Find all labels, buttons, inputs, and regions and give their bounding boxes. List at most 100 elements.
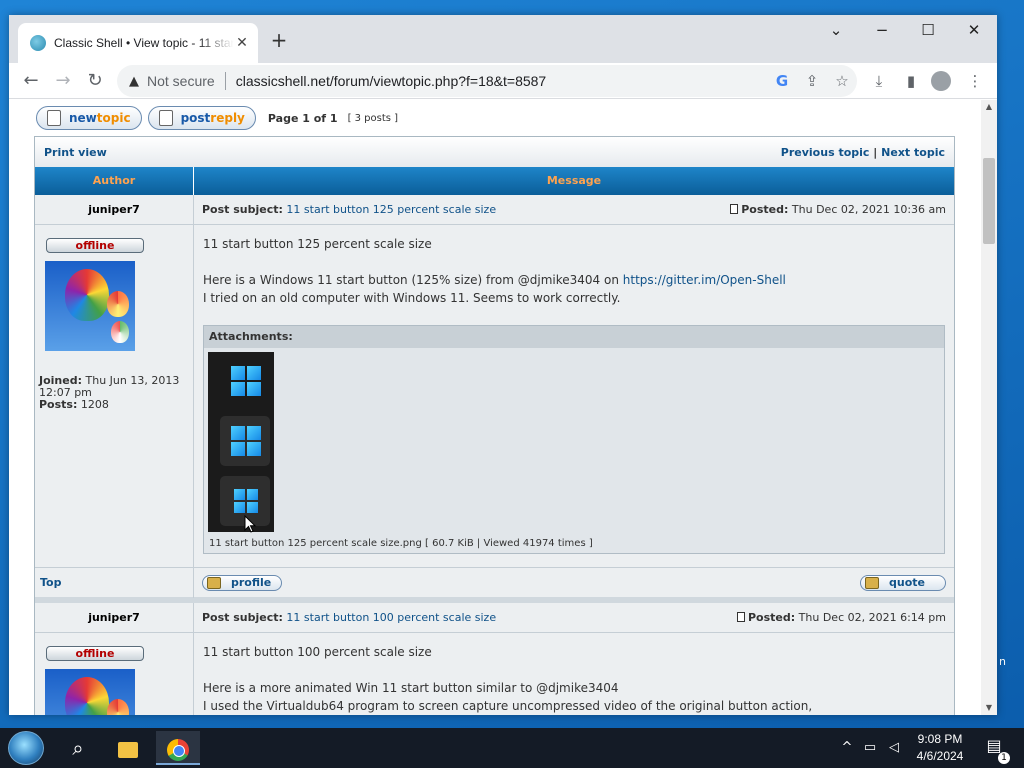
print-view-link[interactable]: Print view: [44, 146, 107, 159]
back-button[interactable]: ←: [17, 67, 45, 95]
post-subject-bar: Post subject: 11 start button 125 percen…: [194, 203, 954, 216]
message-line-2: I tried on an old computer with Windows …: [203, 291, 621, 305]
minimize-button[interactable]: −: [859, 15, 905, 45]
offline-status-badge: offline: [46, 646, 144, 661]
tab-title: Classic Shell • View topic - 11 start bu…: [54, 36, 234, 50]
gitter-link[interactable]: https://gitter.im/Open-Shell: [623, 273, 786, 287]
new-tab-button[interactable]: +: [267, 29, 291, 53]
scroll-thumb[interactable]: [983, 158, 995, 244]
posted-label: Posted:: [741, 203, 789, 216]
bookmark-star-icon[interactable]: ☆: [827, 72, 857, 90]
side-panel-icon[interactable]: ▮: [897, 67, 925, 95]
message-cell: 11 start button 100 percent scale size H…: [194, 633, 954, 715]
warning-icon[interactable]: ▲: [129, 74, 139, 89]
message-column-header: Message: [546, 174, 602, 187]
attachment-image[interactable]: [208, 352, 274, 532]
page-viewport: new topic post reply Page 1 of 1 [ 3 posts…: [9, 100, 981, 715]
post-count: [ 3 posts ]: [347, 112, 399, 124]
tab-classic-shell[interactable]: Classic Shell • View topic - 11 start bu…: [18, 23, 258, 63]
post-body-row: offline 11 start button 100 percent scal…: [35, 633, 954, 715]
author-avatar: [45, 261, 135, 351]
desktop-text-fragment: n: [999, 655, 1006, 668]
message-body: 11 start button 100 percent scale size H…: [203, 645, 813, 713]
author-column-header: Author: [35, 167, 194, 195]
post-footer-row: Top profile quote: [35, 567, 954, 598]
post-author[interactable]: juniper7: [35, 602, 194, 633]
post-header-row: juniper7 Post subject: 11 start button 1…: [35, 602, 954, 633]
next-topic-link[interactable]: Next topic: [881, 146, 945, 159]
post-subject-link[interactable]: 11 start button 100 percent scale size: [286, 611, 496, 624]
mouse-cursor-icon: [244, 515, 256, 533]
close-window-button[interactable]: ✕: [951, 15, 997, 45]
topic-table: Print view Previous topic | Next topic A…: [34, 136, 955, 715]
url-text[interactable]: classicshell.net/forum/viewtopic.php?f=1…: [236, 73, 767, 89]
post-total: 1208: [80, 398, 109, 411]
quote-button[interactable]: quote: [860, 574, 946, 591]
download-icon[interactable]: ⤓: [865, 67, 893, 95]
top-link[interactable]: Top: [35, 567, 194, 598]
tab-strip: Classic Shell • View topic - 11 start bu…: [9, 15, 997, 63]
tab-close-icon[interactable]: ✕: [234, 35, 250, 51]
volume-muted-icon[interactable]: ◁: [884, 728, 904, 768]
tray-overflow-chevron-icon[interactable]: ^: [838, 728, 856, 768]
clock-date: 4/6/2024: [916, 749, 964, 763]
page-info: Page 1 of 1: [267, 111, 338, 125]
maximize-button[interactable]: ☐: [905, 15, 951, 45]
reload-button[interactable]: ↻: [81, 67, 109, 95]
search-icon[interactable]: ⌕: [56, 731, 100, 765]
post-icon[interactable]: [737, 612, 745, 622]
author-details: Joined: Thu Jun 13, 2013 12:07 pm Posts:…: [39, 374, 180, 411]
scroll-down-arrow-icon[interactable]: ▼: [981, 701, 997, 715]
browser-window: Classic Shell • View topic - 11 start bu…: [9, 15, 997, 715]
subject-label: Post subject:: [202, 203, 283, 216]
not-secure-label[interactable]: Not secure: [147, 73, 215, 89]
profile-avatar-icon[interactable]: [931, 71, 951, 91]
table-header: Author Message: [35, 167, 954, 195]
menu-kebab-icon[interactable]: ⋮: [961, 67, 989, 95]
system-clock[interactable]: 9:08 PM 4/6/2024: [906, 731, 974, 765]
address-bar[interactable]: ▲ Not secure classicshell.net/forum/view…: [117, 65, 857, 97]
page-scrollbar[interactable]: ▲ ▼: [981, 100, 997, 715]
clock-time: 9:08 PM: [917, 732, 963, 746]
author-profile-cell: offline: [35, 633, 194, 715]
topic-link-separator: |: [873, 145, 878, 159]
taskbar: ⌕ ^ ▭ ◁ 9:08 PM 4/6/2024 ▤ 1: [0, 728, 1024, 768]
post-subject-link[interactable]: 11 start button 125 percent scale size: [286, 203, 496, 216]
file-explorer-icon[interactable]: [106, 731, 150, 765]
attachment-caption: 11 start button 125 percent scale size.p…: [209, 538, 593, 549]
previous-topic-link[interactable]: Previous topic: [781, 146, 870, 159]
attachments-header: Attachments:: [204, 326, 944, 348]
tab-search-chevron-icon[interactable]: ⌄: [813, 15, 859, 45]
browser-toolbar: ← → ↻ ▲ Not secure classicshell.net/foru…: [9, 63, 997, 99]
network-icon[interactable]: ▭: [860, 728, 880, 768]
message-title-line: 11 start button 125 percent scale size: [203, 237, 432, 251]
start-orb-icon[interactable]: [8, 731, 44, 765]
topic-actions-bar: new topic post reply Page 1 of 1 [ 3 posts…: [36, 105, 398, 131]
profile-button[interactable]: profile: [202, 574, 283, 591]
print-row: Print view Previous topic | Next topic: [35, 137, 954, 167]
omnibox-separator: [224, 72, 226, 90]
post-author[interactable]: juniper7: [35, 194, 194, 225]
new-topic-icon: [47, 110, 61, 126]
share-icon[interactable]: ⇪: [797, 72, 827, 90]
post-subject-bar: Post subject: 11 start button 100 percen…: [202, 611, 946, 624]
google-lens-icon[interactable]: G: [767, 72, 797, 90]
windows-logo-icon: [234, 489, 258, 513]
post-reply-button[interactable]: post reply: [147, 106, 256, 130]
windows-logo-icon: [231, 426, 261, 456]
post-reply-icon: [158, 110, 173, 126]
message-body: 11 start button 125 percent scale size H…: [194, 225, 954, 307]
scroll-up-arrow-icon[interactable]: ▲: [981, 100, 997, 114]
post-body-row: offline Joined: Thu Jun 13, 2013 12:07 p…: [35, 225, 954, 567]
offline-status-badge: offline: [46, 238, 144, 253]
chrome-icon[interactable]: [156, 731, 200, 765]
posted-date: Thu Dec 02, 2021 10:36 am: [791, 203, 946, 216]
new-topic-button[interactable]: new topic: [36, 106, 142, 130]
topic-nav-links: Previous topic | Next topic: [781, 146, 945, 159]
forward-button[interactable]: →: [49, 67, 77, 95]
author-avatar: [45, 669, 135, 715]
post-icon[interactable]: [730, 204, 739, 214]
message-cell: 11 start button 125 percent scale size H…: [194, 225, 954, 567]
windows-logo-icon: [231, 366, 261, 396]
notification-center-icon[interactable]: ▤ 1: [982, 736, 1010, 764]
